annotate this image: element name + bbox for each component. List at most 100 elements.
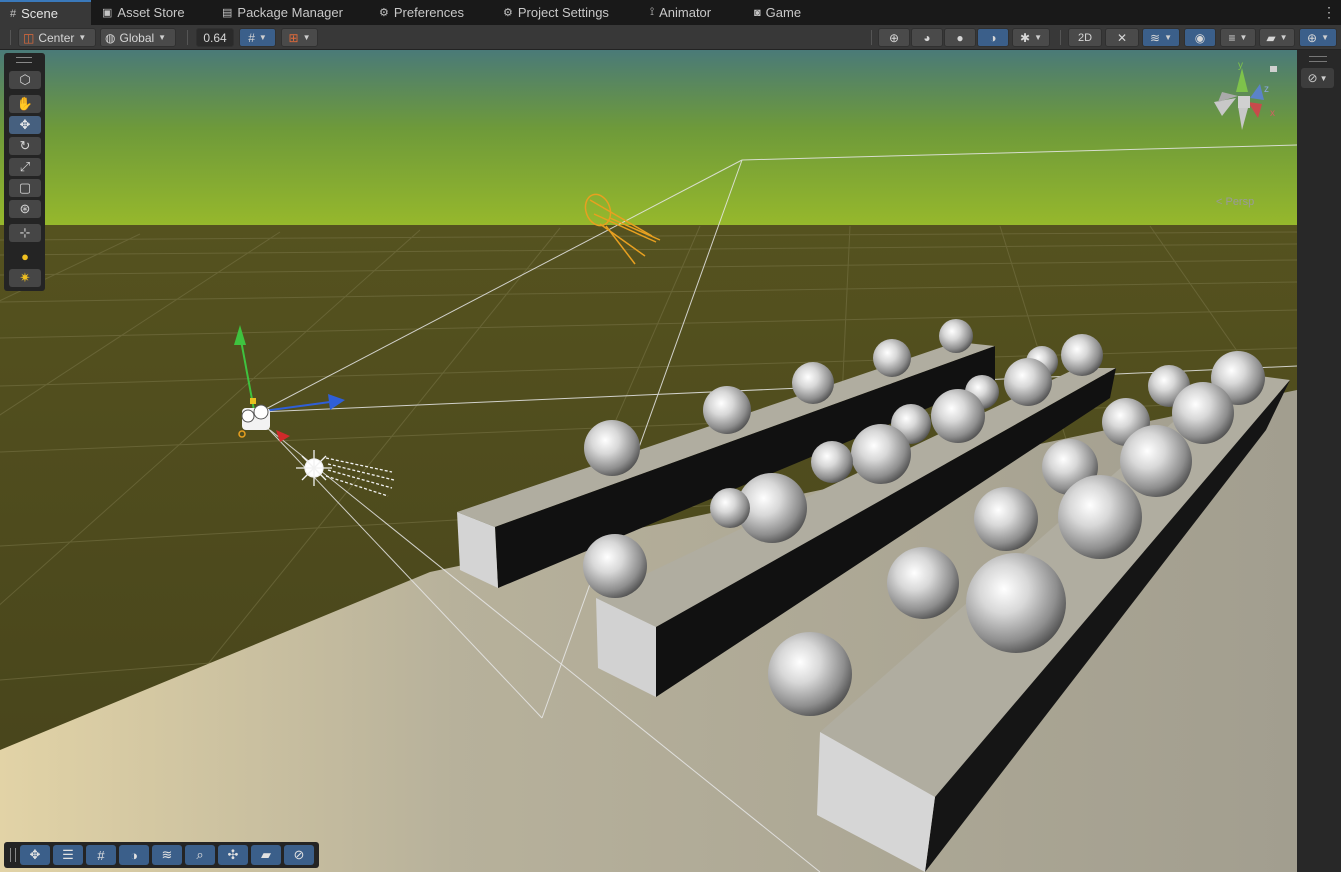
eye-icon: ◉ [1194, 30, 1206, 45]
hand-tool[interactable]: ✋ [9, 95, 41, 113]
grid-icon: # [10, 7, 17, 20]
axis-z-label: z [1264, 84, 1269, 95]
debug-draw-mode-dropdown[interactable]: ✱ ▼ [1012, 28, 1050, 47]
gear-icon: ⚙ [503, 7, 513, 19]
rotate-icon: ↻ [19, 138, 31, 153]
grid-icon: # [97, 847, 105, 863]
light-off-icon: ✕ [1116, 30, 1128, 45]
settings-overlay-button[interactable]: ☰ [53, 845, 83, 865]
compass-icon: ⊘ [1307, 71, 1318, 85]
layers-dropdown[interactable]: ≡ ▼ [1220, 28, 1256, 47]
tab-package-manager[interactable]: ▤ Package Manager [212, 0, 353, 25]
toolbar-separator [871, 30, 872, 45]
more-options-icon[interactable]: ⋮ [1322, 4, 1336, 21]
animator-icon: ⟟ [650, 6, 655, 18]
tab-game[interactable]: ◙ Game [744, 0, 811, 25]
light-probe-tool[interactable]: ● [9, 247, 41, 265]
hand-icon: ✋ [16, 96, 34, 111]
shaded-mode-button[interactable]: ◑ [977, 28, 1009, 47]
view-options-tool[interactable]: ⬡ [9, 71, 41, 89]
toolbar-grip [10, 30, 11, 45]
lighting-toggle-button[interactable]: ✕ [1105, 28, 1139, 47]
shading-overlay-button[interactable]: ◑ [119, 845, 149, 865]
grid-snap-toggle[interactable]: # ▼ [239, 28, 276, 47]
camera-icon: ▰ [1266, 30, 1276, 45]
transform-tool[interactable]: ⊛ [9, 200, 41, 218]
grid-overlay-button[interactable]: # [86, 845, 116, 865]
pivot-rotation-dropdown[interactable]: ◍ Global ▼ [100, 28, 176, 47]
globe-icon: ◍ [105, 30, 116, 45]
search-overlay-button[interactable]: ⌕ [185, 845, 215, 865]
solid-sphere-icon: ● [956, 30, 964, 45]
2d-icon: 2D [1077, 31, 1093, 44]
scene-viewport[interactable]: y z x < Persp ⬡ ✋ ✥ ↻ ⤢ ▢ ⊛ ⊹ ● ✷ ✥ ☰ # … [0, 50, 1297, 872]
scene-overlay-toolbar: ✥ ☰ # ◑ ≋ ⌕ ✣ ▰ ⊘ [4, 842, 319, 868]
scale-tool[interactable]: ⤢ [9, 158, 41, 176]
gizmos-dropdown[interactable]: ⊕ ▼ [1299, 28, 1337, 47]
move-tool[interactable]: ✥ [9, 116, 41, 134]
tab-preferences[interactable]: ⚙ Preferences [369, 0, 474, 25]
search-icon: ⌕ [196, 847, 204, 862]
chevron-down-icon: ▼ [302, 33, 311, 42]
tab-animator[interactable]: ⟟ Animator [640, 0, 721, 25]
lock-icon[interactable] [1270, 66, 1277, 72]
axis-y-label: y [1238, 60, 1243, 71]
overlay-grip[interactable] [16, 57, 32, 63]
tab-project-settings[interactable]: ⚙ Project Settings [493, 0, 619, 25]
scene-visibility-toggle[interactable]: ◉ [1184, 28, 1216, 47]
rotate-tool[interactable]: ↻ [9, 137, 41, 155]
projection-mode-label[interactable]: < Persp [1216, 196, 1254, 208]
custom-tool[interactable]: ⊹ [9, 224, 41, 242]
scene-right-overlay-panel: ⊘ ▼ [1297, 50, 1341, 872]
scene-render[interactable] [0, 50, 1297, 872]
chevron-down-icon: ▼ [78, 33, 87, 42]
chevron-down-icon: ▼ [1319, 73, 1328, 83]
shaded-sphere-icon: ◑ [130, 847, 138, 863]
snap-overlay-button[interactable]: ✣ [218, 845, 248, 865]
orientation-options-dropdown[interactable]: ⊘ ▼ [1301, 68, 1334, 88]
snap-increment-icon: ⊞ [288, 30, 299, 45]
overlay-grip[interactable] [1309, 56, 1327, 62]
scale-icon: ⤢ [19, 159, 31, 174]
light-tool[interactable]: ✷ [9, 269, 41, 287]
scene-tools-overlay: ⬡ ✋ ✥ ↻ ⤢ ▢ ⊛ ⊹ ● ✷ [4, 53, 45, 291]
camera-settings-dropdown[interactable]: ▰ ▼ [1259, 28, 1295, 47]
gizmo-globe-icon: ⊕ [1307, 30, 1318, 45]
bug-icon: ✱ [1020, 30, 1031, 45]
increment-snap-toggle[interactable]: ⊞ ▼ [281, 28, 318, 47]
compass-icon: ⊘ [293, 847, 305, 862]
shaded-wireframe-button[interactable]: ◕ [911, 28, 943, 47]
layers-icon: ≋ [161, 847, 173, 862]
effects-dropdown[interactable]: ≋ ▼ [1142, 28, 1180, 47]
cube-icon: ⬡ [19, 72, 31, 87]
gear-icon: ⚙ [379, 7, 389, 19]
move-overlay-button[interactable]: ✥ [20, 845, 50, 865]
wireframe-shading-button[interactable]: ⊕ [878, 28, 910, 47]
sliders-icon: ☰ [62, 847, 74, 862]
unlit-shading-button[interactable]: ● [944, 28, 976, 47]
grid-snap-value-field[interactable]: 0.64 [196, 28, 234, 47]
tab-scene[interactable]: # Scene [0, 0, 91, 25]
layers-overlay-button[interactable]: ≋ [152, 845, 182, 865]
pivot-center-icon: ◫ [23, 30, 35, 45]
axis-x-label: x [1270, 108, 1275, 119]
tab-asset-store[interactable]: ▣ Asset Store [92, 0, 195, 25]
lightbulb-icon: ● [21, 248, 29, 264]
toolbar-separator [1060, 30, 1061, 45]
chevron-down-icon: ▼ [1164, 33, 1172, 42]
light-settings-icon: ✷ [19, 270, 31, 285]
chevron-down-icon: ▼ [1321, 33, 1329, 42]
gamepad-icon: ◙ [754, 6, 761, 19]
camera-overlay-button[interactable]: ▰ [251, 845, 281, 865]
orientation-gizmo[interactable]: y z x [1208, 58, 1288, 138]
snap-icon: ✣ [227, 847, 239, 862]
rect-tool[interactable]: ▢ [9, 179, 41, 197]
transform-icon: ⊛ [19, 201, 31, 216]
chevron-down-icon: ▼ [1239, 33, 1248, 42]
move-arrows-icon: ✥ [29, 847, 41, 862]
pivot-mode-dropdown[interactable]: ◫ Center ▼ [18, 28, 96, 47]
2d-toggle-button[interactable]: 2D [1068, 28, 1102, 47]
overlay-grip[interactable] [10, 848, 16, 862]
chevron-down-icon: ▼ [158, 33, 167, 42]
navigation-overlay-button[interactable]: ⊘ [284, 845, 314, 865]
